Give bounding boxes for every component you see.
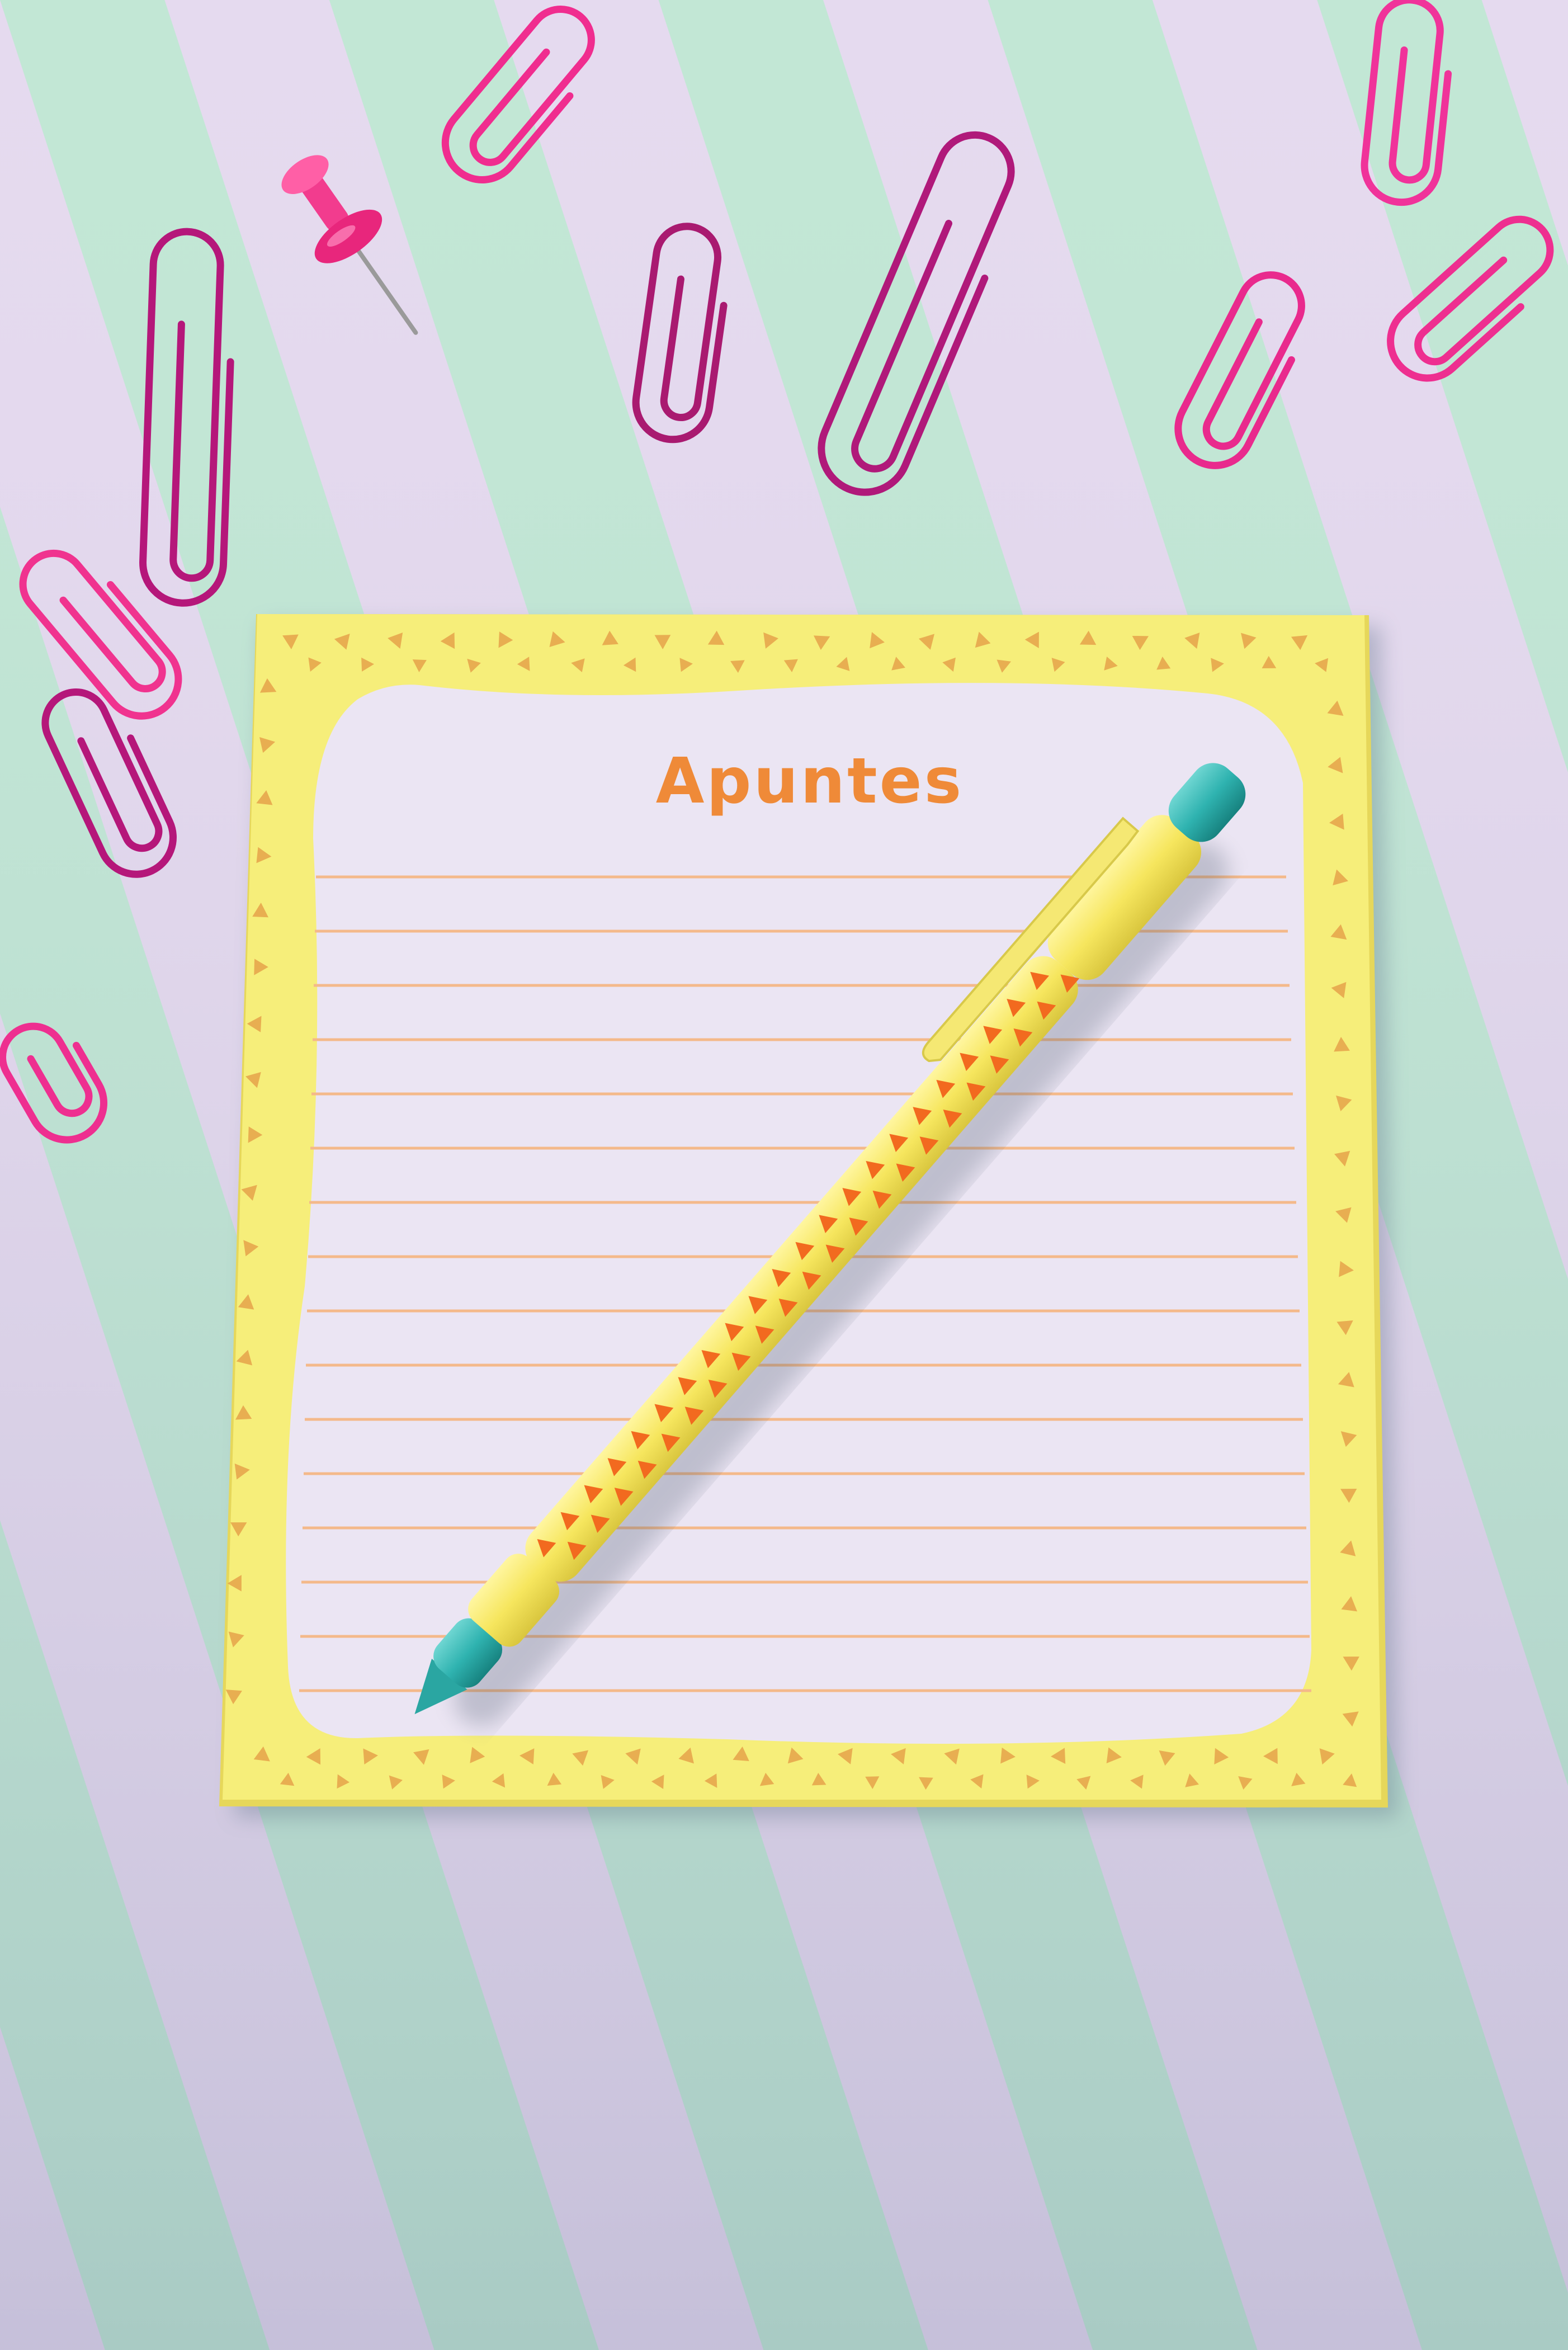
notepad-title: Apuntes	[656, 745, 964, 818]
photo-scene: Apuntes	[0, 0, 1568, 2350]
